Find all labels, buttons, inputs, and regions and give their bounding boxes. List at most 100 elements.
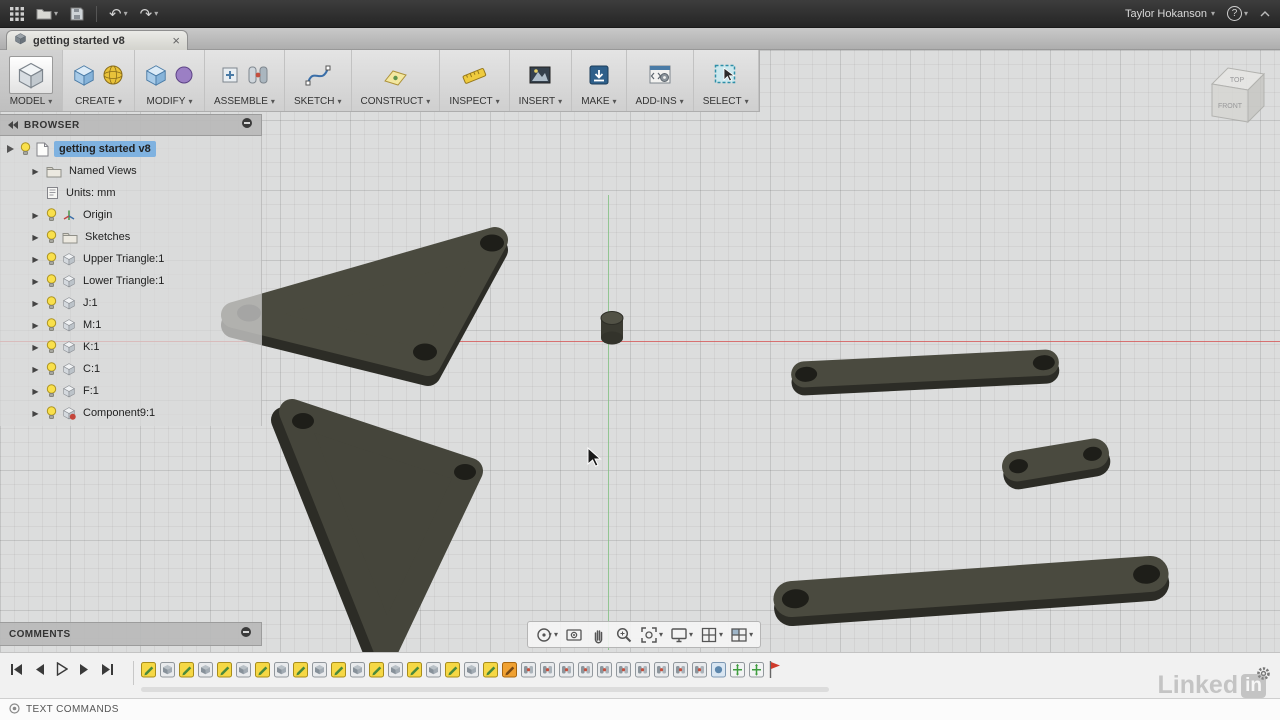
visibility-bulb-icon[interactable]: [20, 142, 31, 156]
visibility-bulb-icon[interactable]: [46, 406, 57, 420]
toolbar-group-construct[interactable]: CONSTRUCT▾: [352, 50, 441, 111]
expander-icon[interactable]: ▶: [30, 233, 41, 242]
timeline-options-gear-icon[interactable]: [1255, 665, 1272, 687]
toolbar-group-inspect[interactable]: INSPECT▾: [440, 50, 509, 111]
document-tab[interactable]: getting started v8 ×: [6, 30, 188, 50]
redo-icon[interactable]: ↷▾: [140, 5, 159, 23]
step-back-button[interactable]: [34, 663, 45, 676]
timeline-feature-sketch[interactable]: [141, 661, 156, 678]
expander-icon[interactable]: ▶: [30, 277, 41, 286]
comments-bar[interactable]: COMMENTS: [0, 622, 262, 646]
timeline-feature-extrude[interactable]: [160, 661, 175, 678]
make-print-icon[interactable]: [587, 63, 611, 87]
visibility-bulb-icon[interactable]: [46, 340, 57, 354]
expander-icon[interactable]: ▶: [30, 167, 41, 176]
zoom-tool[interactable]: [615, 626, 633, 644]
visibility-bulb-icon[interactable]: [46, 274, 57, 288]
app-grid-icon[interactable]: [10, 7, 24, 21]
assemble-joint-icon[interactable]: [246, 63, 270, 87]
browser-item[interactable]: ▶F:1: [0, 380, 261, 402]
timeline-feature-joint[interactable]: [635, 661, 650, 678]
toolbar-group-addins[interactable]: ADD-INS▾: [627, 50, 694, 111]
modify-sphere-icon[interactable]: [173, 64, 195, 86]
timeline-feature-joint[interactable]: [654, 661, 669, 678]
toolbar-label-make[interactable]: MAKE▾: [581, 96, 616, 108]
sketch-spline-icon[interactable]: [305, 62, 331, 88]
browser-item[interactable]: ▶Named Views: [0, 160, 261, 182]
timeline-feature-sketch[interactable]: [369, 661, 384, 678]
browser-options-icon[interactable]: [241, 116, 253, 134]
play-button[interactable]: [56, 662, 68, 676]
timeline-feature-joint[interactable]: [540, 661, 555, 678]
browser-item[interactable]: ▶C:1: [0, 358, 261, 380]
part-link-bar-small[interactable]: [1000, 436, 1113, 491]
modify-box-icon[interactable]: [144, 63, 168, 87]
timeline-feature-joint[interactable]: [616, 661, 631, 678]
comments-toggle-icon[interactable]: [240, 625, 252, 643]
browser-item[interactable]: ▶M:1: [0, 314, 261, 336]
visibility-bulb-icon[interactable]: [46, 384, 57, 398]
toolbar-group-create[interactable]: CREATE▾: [63, 50, 135, 111]
browser-panel-header[interactable]: BROWSER: [0, 114, 262, 136]
select-cursor-icon[interactable]: [713, 62, 739, 88]
model-box-icon[interactable]: [9, 56, 53, 94]
expander-icon[interactable]: ▶: [30, 321, 41, 330]
assemble-capture-icon[interactable]: [219, 64, 241, 86]
timeline-feature-sketch-active[interactable]: [502, 661, 517, 678]
visibility-bulb-icon[interactable]: [46, 362, 57, 376]
orbit-tool[interactable]: ▾: [535, 626, 558, 644]
browser-item[interactable]: ▶Origin: [0, 204, 261, 226]
step-forward-button[interactable]: [79, 663, 90, 676]
timeline-feature-appearance[interactable]: [711, 661, 726, 678]
save-icon[interactable]: [70, 7, 84, 21]
collapse-chevron-icon[interactable]: [1260, 11, 1270, 17]
toolbar-group-modify[interactable]: MODIFY▾: [135, 50, 205, 111]
toolbar-label-addins[interactable]: ADD-INS▾: [636, 96, 684, 108]
timeline-feature-sketch[interactable]: [179, 661, 194, 678]
timeline-feature-extrude[interactable]: [236, 661, 251, 678]
timeline-scrollbar[interactable]: [141, 687, 829, 692]
timeline-feature-extrude[interactable]: [198, 661, 213, 678]
user-account-menu[interactable]: Taylor Hokanson ▾: [1125, 8, 1215, 20]
expander-icon[interactable]: ▶: [30, 211, 41, 220]
display-settings-tool[interactable]: ▾: [670, 626, 693, 644]
skip-end-button[interactable]: [101, 663, 114, 676]
text-commands-icon[interactable]: [9, 701, 20, 719]
timeline-feature-marker[interactable]: [768, 660, 781, 679]
browser-item[interactable]: Units: mm: [0, 182, 261, 204]
timeline-feature-extrude[interactable]: [312, 661, 327, 678]
timeline-feature-joint[interactable]: [521, 661, 536, 678]
timeline-feature-joint[interactable]: [559, 661, 574, 678]
text-commands-label[interactable]: TEXT COMMANDS: [26, 704, 119, 715]
timeline-feature-sketch[interactable]: [293, 661, 308, 678]
look-at-tool[interactable]: [565, 626, 583, 644]
timeline-feature-sketch[interactable]: [255, 661, 270, 678]
browser-item[interactable]: ▶Sketches: [0, 226, 261, 248]
part-link-bar-medium[interactable]: [791, 349, 1060, 396]
undo-icon[interactable]: ↶▾: [109, 5, 128, 23]
inspect-measure-icon[interactable]: [461, 62, 487, 88]
expander-icon[interactable]: ▶: [30, 365, 41, 374]
toolbar-label-select[interactable]: SELECT▾: [703, 96, 749, 108]
view-cube[interactable]: TOP FRONT: [1198, 58, 1270, 130]
timeline-feature-extrude[interactable]: [426, 661, 441, 678]
expander-icon[interactable]: ▶: [30, 409, 41, 418]
browser-item[interactable]: ▶J:1: [0, 292, 261, 314]
viewports-tool[interactable]: ▾: [730, 626, 753, 644]
visibility-bulb-icon[interactable]: [46, 252, 57, 266]
toolbar-label-construct[interactable]: CONSTRUCT▾: [361, 96, 431, 108]
toolbar-group-insert[interactable]: INSERT▾: [510, 50, 573, 111]
part-lower-triangle[interactable]: [284, 412, 476, 656]
skip-start-button[interactable]: [10, 663, 23, 676]
toolbar-label-assemble[interactable]: ASSEMBLE▾: [214, 96, 275, 108]
timeline-feature-joint[interactable]: [578, 661, 593, 678]
browser-item[interactable]: getting started v8: [0, 138, 261, 160]
toolbar-group-sketch[interactable]: SKETCH▾: [285, 50, 352, 111]
toolbar-label-create[interactable]: CREATE▾: [75, 96, 122, 108]
timeline-feature-sketch[interactable]: [331, 661, 346, 678]
part-link-bar-long[interactable]: [772, 555, 1170, 628]
browser-item[interactable]: ▶Component9:1: [0, 402, 261, 424]
timeline-feature-sketch[interactable]: [483, 661, 498, 678]
expander-icon[interactable]: ▶: [30, 387, 41, 396]
timeline-feature-extrude[interactable]: [464, 661, 479, 678]
